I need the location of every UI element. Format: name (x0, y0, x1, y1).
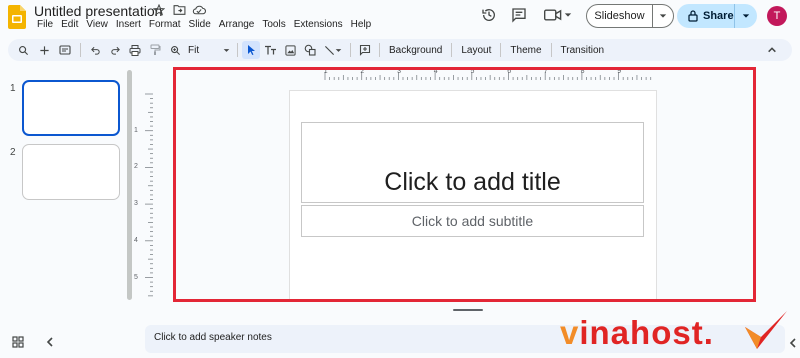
slide-thumbnail[interactable] (22, 144, 120, 200)
theme-button[interactable]: Theme (505, 41, 546, 59)
menu-view[interactable]: View (82, 19, 112, 31)
menu-slide[interactable]: Slide (185, 19, 215, 31)
shape-icon[interactable] (300, 41, 320, 59)
version-history-icon[interactable] (481, 7, 497, 23)
ruler-label: 1 (323, 68, 328, 75)
toolbar-divider (500, 43, 502, 57)
slides-logo-icon[interactable] (8, 5, 26, 29)
ruler-label: 7 (543, 68, 548, 75)
zoom-select[interactable]: Fit (185, 41, 233, 59)
ruler-label: 1 (134, 126, 138, 134)
zoom-icon[interactable] (165, 41, 185, 59)
toolbar-divider (379, 43, 380, 57)
ruler-label: 2 (360, 68, 365, 75)
notes-resize-handle[interactable] (453, 309, 483, 311)
collapse-toolbar-icon[interactable] (762, 41, 782, 59)
ruler-label: 5 (134, 273, 138, 281)
grid-view-icon[interactable] (12, 336, 24, 348)
insert-image-icon[interactable] (280, 41, 300, 59)
video-camera-icon (544, 9, 562, 21)
menu-arrange[interactable]: Arrange (215, 19, 259, 31)
zoom-value: Fit (188, 44, 200, 56)
collapse-filmstrip-icon[interactable] (44, 336, 56, 348)
ruler-labels: 1 2 3 4 5 (130, 0, 140, 358)
select-tool-icon[interactable] (242, 41, 260, 59)
title-placeholder-text: Click to add title (384, 168, 561, 196)
slideshow-button-group: Slideshow (586, 4, 674, 28)
search-menus-icon[interactable] (12, 41, 34, 59)
document-title[interactable]: Untitled presentation (34, 3, 162, 19)
menu-edit[interactable]: Edit (57, 19, 82, 31)
toolbar-divider (80, 43, 81, 57)
app-header: Untitled presentation File Edit View Ins… (0, 0, 800, 36)
menu-bar: File Edit View Insert Format Slide Arran… (33, 19, 375, 31)
chevron-down-icon (659, 14, 667, 18)
layout-picker-icon[interactable] (54, 41, 76, 59)
meet-call-button[interactable] (544, 7, 574, 23)
chevron-down-icon (335, 48, 342, 52)
menu-help[interactable]: Help (347, 19, 376, 31)
share-button[interactable]: Share (677, 4, 735, 28)
star-icon[interactable] (152, 3, 166, 17)
cloud-status-icon[interactable] (192, 3, 206, 17)
add-comment-icon[interactable] (355, 41, 375, 59)
toolbar: Fit Background Layout Theme Transition (8, 39, 792, 61)
share-label: Share (703, 10, 734, 22)
paint-format-icon[interactable] (145, 41, 165, 59)
ruler-label: 5 (470, 68, 475, 75)
transition-button[interactable]: Transition (556, 41, 610, 59)
title-icons (152, 3, 206, 17)
toolbar-divider (550, 43, 552, 57)
watermark-logo: vinahost. (560, 307, 800, 357)
ruler-label: 3 (397, 68, 401, 75)
slideshow-button[interactable]: Slideshow (587, 5, 653, 27)
line-tool-icon[interactable] (320, 41, 346, 59)
speaker-notes-placeholder: Click to add speaker notes (154, 332, 272, 343)
comments-icon[interactable] (511, 7, 527, 23)
ruler-label: 3 (134, 200, 138, 208)
ruler-label: 4 (433, 68, 438, 75)
slideshow-options-button[interactable] (653, 12, 673, 20)
lock-icon (688, 10, 698, 22)
share-options-button[interactable] (735, 12, 757, 20)
background-button[interactable]: Background (384, 41, 447, 59)
ruler-label: 6 (507, 68, 512, 75)
subtitle-placeholder-box[interactable]: Click to add subtitle (301, 205, 644, 237)
move-folder-icon[interactable] (172, 3, 186, 17)
slide-thumbnail[interactable] (22, 80, 120, 136)
menu-extensions[interactable]: Extensions (290, 19, 347, 31)
toolbar-divider (451, 43, 453, 57)
menu-file[interactable]: File (33, 19, 57, 31)
ruler-label: 2 (134, 163, 138, 171)
checkmark-logo-icon (745, 311, 787, 349)
chevron-down-icon (564, 13, 572, 17)
title-placeholder-box[interactable]: Click to add title (301, 122, 644, 203)
undo-icon[interactable] (85, 41, 105, 59)
slide-number: 1 (10, 83, 16, 94)
ruler-label: 8 (580, 68, 585, 75)
vertical-ruler[interactable] (143, 90, 153, 300)
user-avatar[interactable]: T (767, 6, 787, 26)
menu-tools[interactable]: Tools (258, 19, 289, 31)
slide-number: 2 (10, 147, 16, 158)
share-button-group: Share (677, 4, 757, 28)
toolbar-divider (350, 43, 351, 57)
menu-format[interactable]: Format (145, 19, 185, 31)
layout-button[interactable]: Layout (456, 41, 496, 59)
redo-icon[interactable] (105, 41, 125, 59)
new-slide-icon[interactable] (34, 41, 54, 59)
chevron-down-icon (742, 14, 750, 18)
toolbar-divider (237, 43, 238, 57)
text-box-icon[interactable] (260, 41, 280, 59)
ruler-labels: 1 2 3 4 5 6 7 8 9 (0, 68, 800, 78)
ruler-label: 4 (134, 236, 138, 244)
ruler-label: 9 (617, 68, 622, 75)
watermark-text: vinahost. (560, 314, 714, 351)
chevron-down-icon (223, 48, 230, 52)
ruler-ticks (145, 93, 153, 297)
subtitle-placeholder-text: Click to add subtitle (411, 213, 534, 229)
